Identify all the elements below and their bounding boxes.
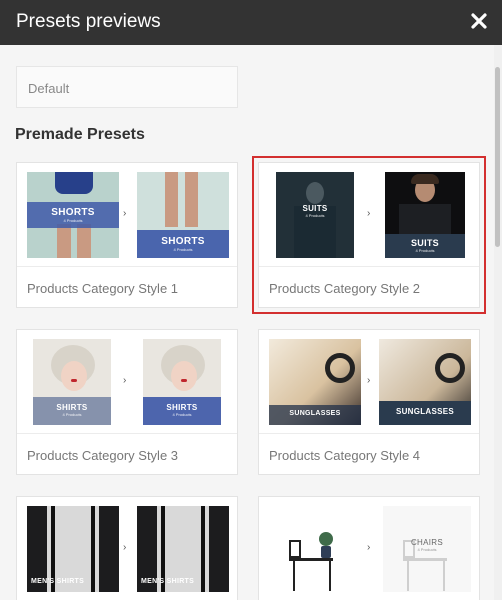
scrollbar-thumb[interactable] <box>495 67 500 247</box>
preview-after-image: SUNGLASSES <box>379 339 471 425</box>
preview-after-title: SUNGLASSES <box>395 407 455 416</box>
presets-content: Default Premade Presets SHORTS 4 Product… <box>0 45 494 600</box>
preset-card-label: Products Category Style 1 <box>27 281 179 296</box>
preset-card-2[interactable]: SUITS 4 Products › SUITS 4 Products Prod… <box>252 156 486 314</box>
preview-after-image: SHORTS 4 Products <box>137 172 229 258</box>
preview-after-title: SHORTS <box>161 236 205 247</box>
dialog-titlebar: Presets previews <box>0 0 502 45</box>
chevron-right-icon: › <box>123 542 127 553</box>
preview-before-image <box>271 506 359 592</box>
dialog-title: Presets previews <box>16 11 161 32</box>
preset-preview: › CHAIRS 4 Products <box>259 497 479 600</box>
preset-card-label: Products Category Style 2 <box>269 281 421 296</box>
chevron-right-icon: › <box>367 208 371 219</box>
default-preset-option[interactable]: Default <box>16 66 238 108</box>
preview-before-title: SHORTS <box>51 207 95 218</box>
preview-before-image: MEN'S SHIRTS <box>27 506 119 592</box>
preview-after-image: SUITS 4 Products <box>385 172 465 258</box>
preset-card-6[interactable]: › CHAIRS 4 Products <box>258 496 480 600</box>
chevron-right-icon: › <box>123 375 127 386</box>
preview-after-title: SUITS <box>410 238 439 248</box>
preset-preview: SUNGLASSES › SUNGLASSES <box>259 330 479 434</box>
preset-card-5[interactable]: MEN'S SHIRTS › MEN'S SHIRTS <box>16 496 238 600</box>
preview-after-image: SHIRTS 4 Products <box>143 339 221 425</box>
preview-after-title: SHIRTS <box>166 403 198 412</box>
preset-preview: SHIRTS 4 Products › SHIRTS 4 Products <box>17 330 237 434</box>
chevron-right-icon: › <box>367 542 371 553</box>
preview-after-image: MEN'S SHIRTS <box>137 506 229 592</box>
preset-card-label: Products Category Style 4 <box>269 448 421 463</box>
section-title: Premade Presets <box>15 126 145 143</box>
preview-before-image: SUNGLASSES <box>269 339 361 425</box>
preview-after-title: CHAIRS <box>410 538 444 547</box>
preview-before-title: SHIRTS <box>56 403 88 412</box>
chevron-right-icon: › <box>367 375 371 386</box>
preset-preview: SUITS 4 Products › SUITS 4 Products <box>259 163 479 267</box>
preset-card-1[interactable]: SHORTS 4 Products › SHORTS 4 Products Pr… <box>16 162 238 308</box>
preset-card-3[interactable]: SHIRTS 4 Products › SHIRTS 4 Products Pr… <box>16 329 238 475</box>
preview-before-title: SUITS <box>302 204 328 213</box>
preset-preview: SHORTS 4 Products › SHORTS 4 Products <box>17 163 237 267</box>
preview-after-title: MEN'S SHIRTS <box>141 578 195 585</box>
preset-card-label: Products Category Style 3 <box>27 448 179 463</box>
scrollbar[interactable] <box>494 45 502 600</box>
preview-before-title: MEN'S SHIRTS <box>31 578 85 585</box>
preview-before-image: SHORTS 4 Products <box>27 172 119 258</box>
preset-card-4[interactable]: SUNGLASSES › SUNGLASSES Products Categor… <box>258 329 480 475</box>
preview-before-title: SUNGLASSES <box>289 410 341 417</box>
preview-before-image: SHIRTS 4 Products <box>33 339 111 425</box>
preset-preview: MEN'S SHIRTS › MEN'S SHIRTS <box>17 497 237 600</box>
preview-before-image: SUITS 4 Products <box>276 172 354 258</box>
preview-after-image: CHAIRS 4 Products <box>383 506 471 592</box>
close-icon[interactable] <box>468 10 490 32</box>
default-preset-label: Default <box>28 81 70 96</box>
chevron-right-icon: › <box>123 208 127 219</box>
